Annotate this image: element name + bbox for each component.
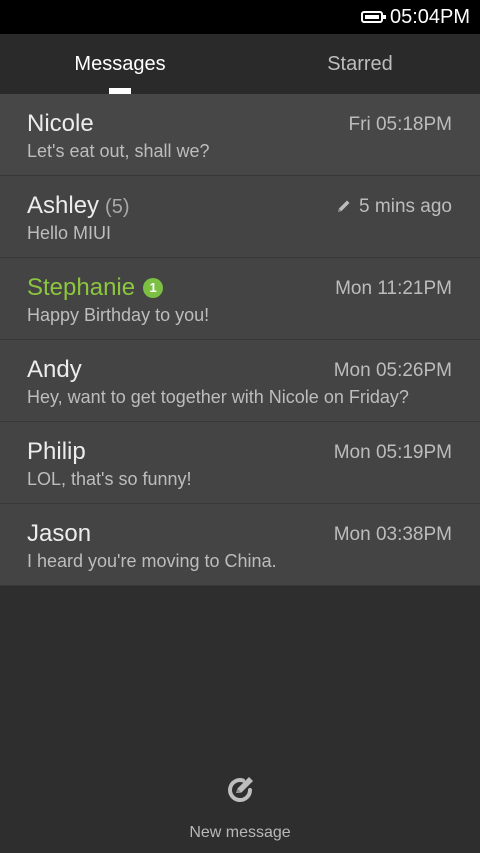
new-message-label: New message	[189, 824, 291, 841]
contact-name: Nicole	[27, 110, 94, 137]
conversation-snippet: Hello MIUI	[27, 223, 112, 243]
conversation-time: 5 mins ago	[337, 196, 452, 218]
conversation-time: Mon 05:19PM	[333, 442, 452, 463]
tab-messages[interactable]: Messages	[0, 34, 240, 94]
conversation-snippet: I heard you're moving to China.	[27, 551, 277, 571]
conversation-snippet: Let's eat out, shall we?	[27, 141, 210, 161]
conversation-item-stephanie[interactable]: Stephanie 1 Mon 11:21PM Happy Birthday to…	[0, 258, 480, 340]
conversation-item-jason[interactable]: Jason Mon 03:38PM I heard you're moving …	[0, 504, 480, 586]
message-count: (5)	[105, 196, 130, 218]
screen: 05:04PM Messages Starred Nicole Fri 05:1…	[0, 0, 480, 853]
conversation-name: Ashley (5)	[27, 192, 130, 221]
draft-time: 5 mins ago	[359, 196, 452, 217]
conversation-name: Nicole	[27, 110, 94, 138]
conversation-list: Nicole Fri 05:18PM Let's eat out, shall …	[0, 94, 480, 586]
tab-bar: Messages Starred	[0, 34, 480, 94]
conversation-name: Jason	[27, 520, 91, 548]
status-time: 05:04PM	[390, 6, 471, 28]
contact-name: Stephanie	[27, 274, 136, 301]
conversation-item-philip[interactable]: Philip Mon 05:19PM LOL, that's so funny!	[0, 422, 480, 504]
unread-badge: 1	[143, 278, 164, 298]
compose-icon	[228, 777, 253, 803]
conversation-time: Mon 11:21PM	[335, 278, 452, 299]
contact-name: Philip	[27, 438, 86, 465]
conversation-name: Andy	[27, 356, 82, 384]
conversation-snippet: Hey, want to get together with Nicole on…	[27, 387, 409, 407]
conversation-item-andy[interactable]: Andy Mon 05:26PM Hey, want to get togeth…	[0, 340, 480, 422]
pencil-icon	[338, 200, 350, 212]
conversation-time: Mon 03:38PM	[333, 524, 452, 545]
conversation-item-nicole[interactable]: Nicole Fri 05:18PM Let's eat out, shall …	[0, 94, 480, 176]
conversation-item-ashley[interactable]: Ashley (5) 5 mins ago Hello MIUI	[0, 176, 480, 258]
contact-name: Andy	[27, 356, 82, 383]
battery-icon	[361, 11, 386, 23]
status-bar: 05:04PM	[0, 0, 480, 34]
conversation-snippet: Happy Birthday to you!	[27, 305, 210, 325]
conversation-name: Philip	[27, 438, 86, 466]
contact-name: Jason	[27, 520, 92, 547]
new-message-button[interactable]: New message	[140, 770, 340, 850]
conversation-time: Fri 05:18PM	[348, 114, 452, 135]
tab-starred[interactable]: Starred	[240, 34, 480, 94]
conversation-snippet: LOL, that's so funny!	[27, 469, 192, 489]
conversation-time: Mon 05:26PM	[333, 360, 452, 381]
conversation-name: Stephanie 1	[27, 274, 164, 302]
contact-name: Ashley	[27, 192, 100, 219]
